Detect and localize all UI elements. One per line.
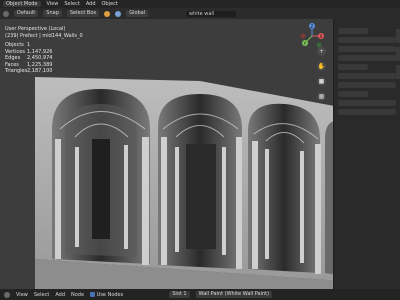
menu-select[interactable]: Select bbox=[64, 1, 79, 7]
arch-opening-3 bbox=[248, 103, 320, 274]
panel-field[interactable] bbox=[338, 28, 368, 34]
navigation-gizmo[interactable]: Z X Y bbox=[299, 23, 325, 49]
panel-field[interactable] bbox=[338, 82, 396, 88]
gizmo-icon[interactable] bbox=[115, 10, 122, 17]
menu-add[interactable]: Add bbox=[86, 1, 96, 7]
slot-dropdown[interactable]: Slot 1 bbox=[169, 291, 190, 298]
sidebar-tab-tool[interactable] bbox=[396, 47, 400, 61]
panel-field[interactable] bbox=[338, 73, 396, 79]
use-nodes-toggle[interactable]: Use Nodes bbox=[90, 291, 124, 298]
gizmo-x-label: X bbox=[320, 34, 323, 39]
panel-field[interactable] bbox=[338, 46, 396, 52]
sidebar-panel bbox=[333, 19, 400, 289]
sidebar-tab-item[interactable] bbox=[396, 29, 400, 43]
camera-icon[interactable]: ■ bbox=[317, 77, 326, 86]
checkbox-icon bbox=[90, 291, 96, 297]
search-input[interactable]: white wall bbox=[186, 11, 236, 17]
grid-icon[interactable]: ▦ bbox=[317, 92, 326, 101]
viewport-stats: User Perspective (Local) (239) Prefect |… bbox=[5, 26, 83, 75]
stat-row: Triangles 2,187,100 bbox=[5, 68, 83, 75]
material-dropdown[interactable]: Wall Paint (White Wall Paint) bbox=[195, 291, 273, 298]
menu-object[interactable]: Object bbox=[102, 1, 118, 7]
orientation-dropdown[interactable]: Global bbox=[126, 10, 149, 17]
stat-value: 2,187,100 bbox=[27, 68, 53, 74]
menu-node[interactable]: Node bbox=[71, 292, 84, 298]
hand-pan-icon[interactable]: ✋ bbox=[317, 62, 326, 71]
panel-field[interactable] bbox=[338, 91, 368, 97]
panel-field[interactable] bbox=[338, 37, 396, 43]
menu-select[interactable]: Select bbox=[34, 292, 49, 298]
panel-field[interactable] bbox=[338, 109, 396, 115]
active-object-label: (239) Prefect | mid144_Walls_0 bbox=[5, 32, 83, 39]
overlay-icon[interactable] bbox=[104, 10, 111, 17]
use-nodes-label: Use Nodes bbox=[96, 291, 124, 298]
sidebar-tab-view[interactable] bbox=[396, 65, 400, 79]
shading-dropdown[interactable]: Default bbox=[14, 10, 39, 17]
gizmo-y-label: Y bbox=[303, 41, 307, 46]
zoom-icon[interactable]: + bbox=[317, 47, 326, 56]
3d-viewport[interactable]: User Perspective (Local) (239) Prefect |… bbox=[0, 19, 333, 289]
menu-view[interactable]: View bbox=[16, 292, 28, 298]
panel-field[interactable] bbox=[338, 64, 368, 70]
viewport-nav-buttons: + ✋ ■ ▦ bbox=[317, 47, 326, 101]
editor-type-icon[interactable] bbox=[4, 291, 10, 298]
panel-field[interactable] bbox=[338, 100, 396, 106]
panel-field[interactable] bbox=[338, 55, 396, 61]
snap-dropdown[interactable]: Snap bbox=[43, 10, 62, 17]
stat-key: Triangles bbox=[5, 68, 28, 74]
menu-view[interactable]: View bbox=[47, 1, 59, 7]
menu-add[interactable]: Add bbox=[55, 292, 65, 298]
mode-selector[interactable]: Object Mode bbox=[3, 1, 41, 7]
arch-opening-4 bbox=[325, 121, 333, 275]
gizmo-z-label: Z bbox=[311, 24, 314, 29]
top-header: Object Mode View Select Add Object bbox=[0, 0, 400, 8]
select-box-dropdown[interactable]: Select Box bbox=[66, 10, 100, 17]
node-editor-header: View Select Add Node Use Nodes Slot 1 Wa… bbox=[0, 289, 400, 300]
editor-type-icon[interactable] bbox=[3, 10, 9, 17]
